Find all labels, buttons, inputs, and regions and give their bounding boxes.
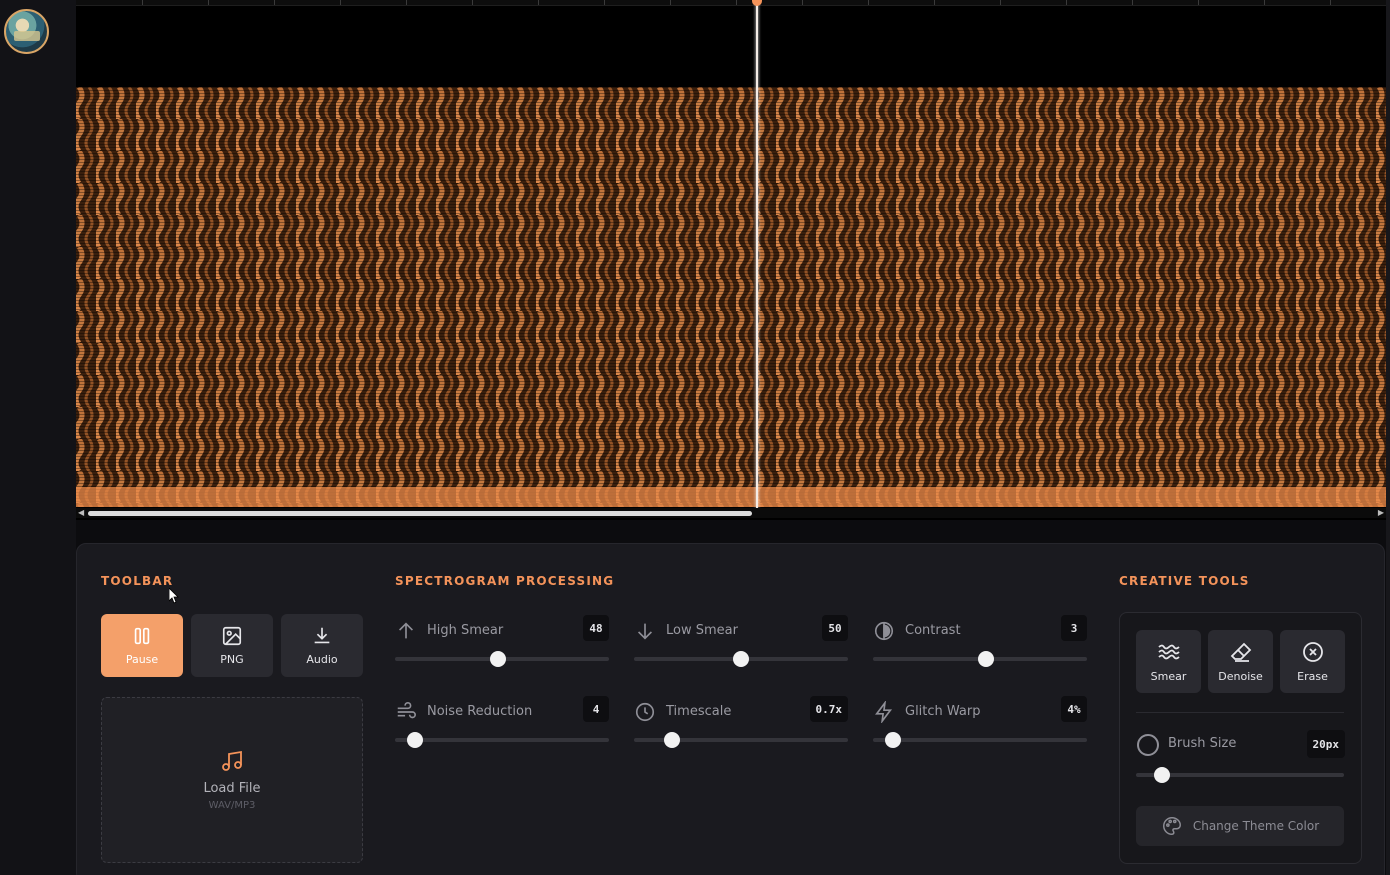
ruler-tick xyxy=(1198,0,1199,5)
noise-reduction-value: 4 xyxy=(583,696,609,722)
time-ruler xyxy=(76,0,1386,6)
change-theme-color-button[interactable]: Change Theme Color xyxy=(1136,806,1344,846)
erase-tool-button[interactable]: Erase xyxy=(1280,630,1345,693)
ruler-tick xyxy=(406,0,407,5)
audio-button[interactable]: Audio xyxy=(281,614,363,677)
smear-tool-button[interactable]: Smear xyxy=(1136,630,1201,693)
brush-size-value: 20px xyxy=(1306,730,1345,758)
timescale-slider-thumb[interactable] xyxy=(664,732,681,748)
left-rail xyxy=(0,0,76,875)
window-edge xyxy=(1386,0,1390,875)
divider xyxy=(1136,712,1344,713)
load-file-label: Load File xyxy=(203,781,261,796)
download-icon xyxy=(314,627,330,644)
smear-tool-label: Smear xyxy=(1150,670,1187,683)
ruler-tick xyxy=(604,0,605,5)
change-theme-color-label: Change Theme Color xyxy=(1192,819,1320,833)
ruler-tick xyxy=(274,0,275,5)
ruler-tick xyxy=(1132,0,1133,5)
creative-tools-card: Smear Denoise Erase Brush Size 20px Chan… xyxy=(1119,612,1362,864)
glitch-warp-control: Glitch Warp 4% xyxy=(873,696,1087,756)
music-note-icon xyxy=(222,750,242,771)
clock-icon xyxy=(635,702,655,722)
ruler-tick xyxy=(142,0,143,5)
close-circle-icon xyxy=(1302,642,1323,662)
ruler-tick xyxy=(340,0,341,5)
ruler-tick xyxy=(934,0,935,5)
arrow-down-icon xyxy=(637,623,653,640)
ruler-tick xyxy=(472,0,473,5)
glitch-warp-slider[interactable] xyxy=(873,738,1087,742)
playhead[interactable] xyxy=(756,0,758,508)
high-smear-label: High Smear xyxy=(427,623,504,638)
scroll-left-icon[interactable]: ◀ xyxy=(78,509,84,517)
scrollbar-thumb[interactable] xyxy=(88,511,752,516)
denoise-tool-label: Denoise xyxy=(1218,670,1263,683)
ruler-tick xyxy=(1330,0,1331,5)
ruler-tick xyxy=(868,0,869,5)
brush-size-slider-thumb[interactable] xyxy=(1153,767,1170,783)
denoise-tool-button[interactable]: Denoise xyxy=(1208,630,1273,693)
high-smear-value: 48 xyxy=(583,615,609,641)
glitch-warp-value: 4% xyxy=(1061,696,1087,722)
contrast-slider-thumb[interactable] xyxy=(978,651,995,667)
timescale-value: 0.7x xyxy=(809,696,848,722)
low-smear-label: Low Smear xyxy=(666,623,738,638)
brush-size-label: Brush Size xyxy=(1168,736,1237,751)
noise-reduction-control: Noise Reduction 4 xyxy=(395,696,609,756)
low-smear-control: Low Smear 50 xyxy=(634,615,848,675)
noise-reduction-slider-thumb[interactable] xyxy=(407,732,424,748)
high-smear-slider-thumb[interactable] xyxy=(489,651,506,667)
arrow-up-icon xyxy=(398,622,414,639)
low-smear-slider-thumb[interactable] xyxy=(733,651,749,667)
load-file-formats: WAV/MP3 xyxy=(208,800,256,811)
contrast-control: Contrast 3 xyxy=(873,615,1087,675)
noise-reduction-slider[interactable] xyxy=(395,738,609,742)
ruler-tick xyxy=(1264,0,1265,5)
ruler-tick xyxy=(802,0,803,5)
control-panel: TOOLBAR Pause PNG Audio Load File WAV/MP… xyxy=(76,543,1385,875)
png-button-label: PNG xyxy=(220,653,244,666)
timescale-label: Timescale xyxy=(666,704,732,719)
ruler-tick xyxy=(208,0,209,5)
pause-icon xyxy=(134,627,150,645)
high-smear-control: High Smear 48 xyxy=(395,615,609,675)
horizontal-scrollbar[interactable]: ◀ ▶ xyxy=(76,508,1386,518)
ruler-tick xyxy=(1000,0,1001,5)
spectrogram-canvas[interactable] xyxy=(76,87,1386,507)
contrast-icon xyxy=(874,621,894,641)
palette-icon xyxy=(1162,817,1181,835)
timescale-control: Timescale 0.7x xyxy=(634,696,848,756)
processing-title: SPECTROGRAM PROCESSING xyxy=(395,574,615,588)
creative-title: CREATIVE TOOLS xyxy=(1119,574,1250,588)
toolbar-title: TOOLBAR xyxy=(101,574,174,588)
audio-button-label: Audio xyxy=(306,653,338,666)
ruler-tick xyxy=(670,0,671,5)
ruler-tick xyxy=(736,0,737,5)
erase-tool-label: Erase xyxy=(1297,670,1328,683)
scroll-right-icon[interactable]: ▶ xyxy=(1378,509,1384,517)
app: ◀ ▶ TOOLBAR Pause PNG Audio Load File WA… xyxy=(0,0,1390,875)
ruler-tick xyxy=(538,0,539,5)
png-button[interactable]: PNG xyxy=(191,614,273,677)
glitch-warp-label: Glitch Warp xyxy=(905,704,981,719)
image-icon xyxy=(222,626,242,646)
contrast-value: 3 xyxy=(1061,615,1087,641)
mouse-cursor-icon xyxy=(169,588,179,604)
pause-button-label: Pause xyxy=(125,653,159,666)
glitch-warp-slider-thumb[interactable] xyxy=(885,732,902,748)
lightning-icon xyxy=(875,701,893,723)
low-smear-value: 50 xyxy=(822,615,848,641)
pause-button[interactable]: Pause xyxy=(101,614,183,677)
noise-reduction-label: Noise Reduction xyxy=(427,704,533,719)
avatar[interactable] xyxy=(4,9,49,54)
waves-icon xyxy=(1157,644,1180,660)
circle-icon xyxy=(1137,734,1159,756)
eraser-icon xyxy=(1230,642,1251,662)
load-file-dropzone[interactable]: Load File WAV/MP3 xyxy=(101,697,363,863)
contrast-label: Contrast xyxy=(905,623,961,638)
wind-icon xyxy=(397,702,416,719)
ruler-tick xyxy=(1066,0,1067,5)
spectrogram-view[interactable]: ◀ ▶ xyxy=(76,0,1386,520)
